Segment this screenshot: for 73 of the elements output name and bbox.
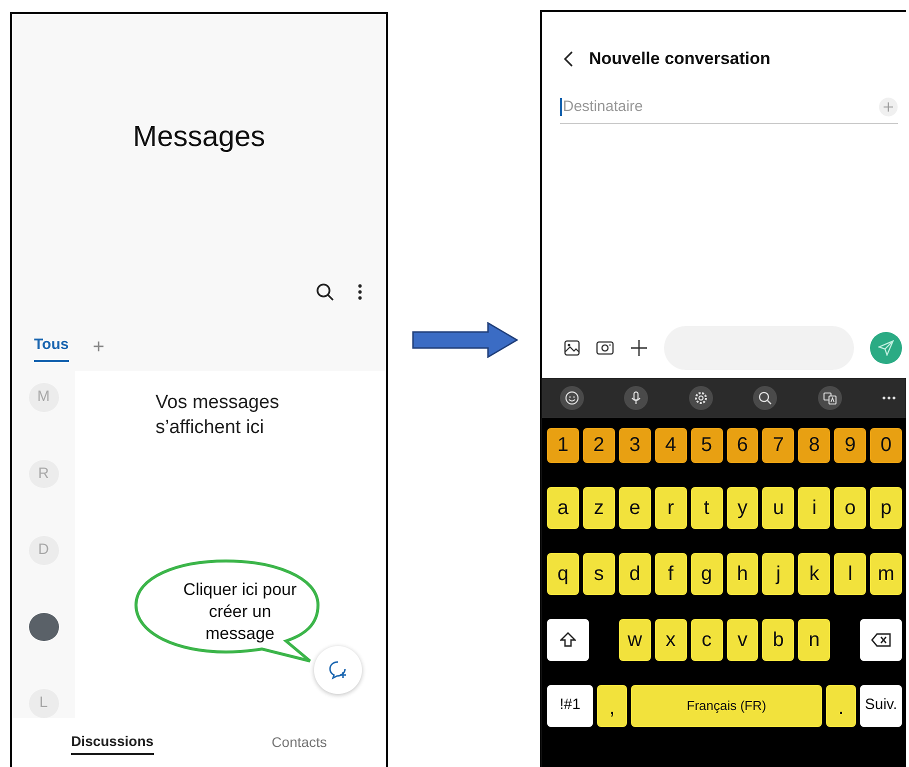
callout-text: Cliquer ici pour créer un message [182, 579, 298, 646]
space-key[interactable]: Français (FR) [631, 684, 822, 726]
send-button[interactable] [870, 332, 902, 364]
contact-avatar: D [28, 536, 58, 565]
search-icon[interactable] [753, 386, 778, 410]
camera-icon[interactable] [596, 340, 614, 354]
empty-message: Vos messages s’affichent ici [156, 391, 280, 440]
send-icon [878, 340, 894, 356]
backspace-key[interactable] [860, 618, 902, 660]
key[interactable]: m [870, 552, 902, 594]
key[interactable]: 8 [798, 428, 830, 462]
key[interactable]: v [726, 618, 758, 660]
key[interactable]: 6 [726, 428, 758, 462]
key[interactable]: b [762, 618, 794, 660]
backspace-icon [871, 632, 892, 646]
key[interactable]: 1 [547, 428, 579, 462]
more-options-icon[interactable] [358, 284, 362, 300]
bottom-tab[interactable]: Discussions [71, 730, 154, 754]
chat-plus-icon [328, 660, 348, 680]
key[interactable]: j [762, 552, 794, 594]
search-icon[interactable] [316, 283, 334, 301]
key[interactable]: i [798, 486, 830, 528]
key[interactable]: 2 [582, 428, 615, 462]
key[interactable]: x [654, 618, 687, 660]
back-icon[interactable] [564, 50, 573, 67]
tab[interactable]: Tous [34, 334, 69, 362]
key[interactable]: , [597, 684, 627, 726]
key[interactable]: e [618, 486, 651, 528]
key[interactable]: s [582, 552, 615, 594]
microphone-icon[interactable] [624, 386, 648, 410]
key[interactable]: u [762, 486, 794, 528]
key[interactable]: l [834, 552, 866, 594]
key[interactable]: g [690, 552, 723, 594]
more-icon[interactable] [882, 396, 896, 400]
key[interactable]: t [690, 486, 723, 528]
gallery-icon[interactable] [564, 340, 580, 356]
key[interactable]: a [547, 486, 579, 528]
contact-avatar: R [28, 460, 58, 488]
shift-key[interactable] [547, 618, 589, 660]
contact-avatar: L [28, 689, 58, 718]
key[interactable]: o [834, 486, 866, 528]
contact-avatar: M [28, 383, 58, 412]
key[interactable]: h [726, 552, 758, 594]
key[interactable]: 0 [870, 428, 902, 462]
key[interactable]: f [654, 552, 687, 594]
add-icon[interactable] [630, 338, 648, 356]
key[interactable]: 7 [762, 428, 794, 462]
symbols-key[interactable]: !#1 [547, 684, 593, 726]
screen-title: Messages [132, 120, 266, 154]
key[interactable]: n [798, 618, 830, 660]
key[interactable]: 3 [618, 428, 651, 462]
emoji-icon[interactable] [560, 386, 584, 410]
photo-placeholder [28, 612, 58, 642]
bottom-tab[interactable]: Contacts [272, 732, 327, 754]
key[interactable]: p [870, 486, 902, 528]
key[interactable]: z [582, 486, 615, 528]
settings-icon[interactable] [688, 386, 713, 410]
key[interactable]: q [547, 552, 579, 594]
translate-icon[interactable] [818, 386, 842, 410]
screen-title: Nouvelle conversation [589, 48, 770, 70]
recipient-field[interactable]: Destinataire [562, 96, 878, 118]
next-key[interactable]: Suiv. [860, 684, 902, 726]
key[interactable]: w [618, 618, 651, 660]
key[interactable]: c [690, 618, 723, 660]
key[interactable]: 4 [654, 428, 687, 462]
key[interactable]: d [618, 552, 651, 594]
shift-icon [560, 632, 576, 648]
key[interactable]: 9 [834, 428, 866, 462]
key[interactable]: . [826, 684, 856, 726]
key[interactable]: k [798, 552, 830, 594]
key[interactable]: r [654, 486, 687, 528]
key[interactable]: y [726, 486, 758, 528]
key[interactable]: 5 [690, 428, 723, 462]
